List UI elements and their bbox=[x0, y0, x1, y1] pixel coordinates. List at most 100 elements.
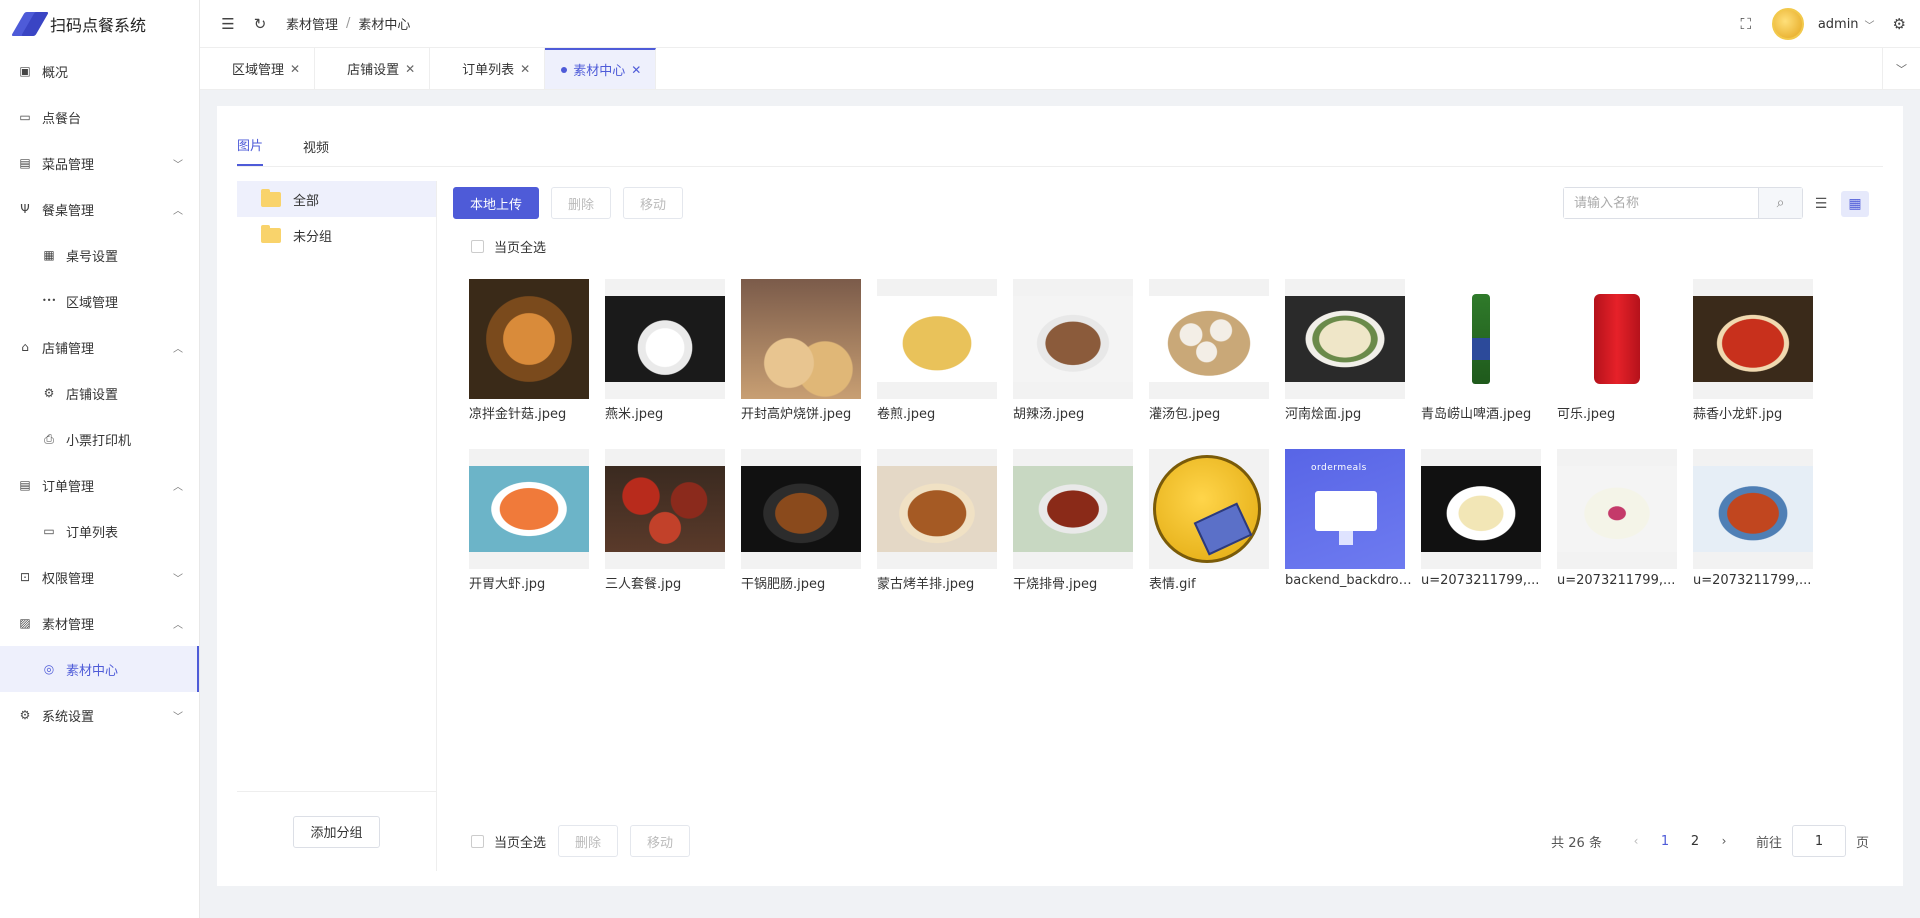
food-photo bbox=[741, 279, 861, 399]
refresh-icon[interactable]: ↻ bbox=[252, 16, 268, 32]
delete-button[interactable]: 删除 bbox=[558, 825, 619, 857]
more-dots-icon: ••• bbox=[42, 296, 57, 305]
sidebar-item[interactable]: ▦ 桌号设置 bbox=[0, 232, 199, 278]
sidebar-item[interactable]: ▤ 菜品管理 ﹀ bbox=[0, 140, 199, 186]
file-tile[interactable]: 可乐.jpeg bbox=[1557, 279, 1677, 422]
sidebar-item[interactable]: Ψ 餐桌管理 ︿ bbox=[0, 186, 199, 232]
upload-button[interactable]: 本地上传 bbox=[453, 187, 540, 219]
sidebar-item[interactable]: ▤ 订单管理 ︿ bbox=[0, 462, 199, 508]
prev-page-icon[interactable]: ‹ bbox=[1622, 834, 1650, 848]
media-tab[interactable]: 视频 bbox=[303, 137, 329, 166]
media-tab[interactable]: 图片 bbox=[237, 135, 264, 166]
sidebar-item-label: 菜品管理 bbox=[42, 157, 95, 173]
file-tile[interactable]: 燕米.jpeg bbox=[605, 279, 725, 422]
page-tab[interactable]: 素材中心 ✕ bbox=[545, 48, 657, 89]
file-tile[interactable]: u=2073211799,... bbox=[1421, 449, 1541, 588]
sidebar-item[interactable]: ▣ 概况 bbox=[0, 48, 199, 94]
close-icon[interactable]: ✕ bbox=[520, 62, 530, 76]
close-icon[interactable]: ✕ bbox=[405, 62, 415, 76]
file-tile[interactable]: 蒜香小龙虾.jpg bbox=[1693, 279, 1813, 422]
list-view-icon[interactable]: ☰ bbox=[1807, 191, 1835, 217]
screen-shape bbox=[1315, 491, 1377, 531]
select-all-checkbox[interactable] bbox=[471, 240, 484, 253]
page-tab[interactable]: 店铺设置 ✕ bbox=[315, 48, 431, 89]
thumbnail-image bbox=[1421, 279, 1541, 399]
file-tile[interactable]: 表情.gif bbox=[1149, 449, 1269, 592]
app-logo[interactable]: 扫码点餐系统 bbox=[0, 0, 199, 48]
close-icon[interactable]: ✕ bbox=[290, 62, 300, 76]
file-tile[interactable]: 三人套餐.jpg bbox=[605, 449, 725, 592]
sidebar-item-label: 概况 bbox=[42, 65, 69, 81]
chevron-up-icon[interactable]: ︿ bbox=[173, 616, 183, 631]
stand-shape bbox=[1339, 531, 1353, 545]
thumbnail-image bbox=[1149, 279, 1269, 399]
delete-button[interactable]: 删除 bbox=[551, 187, 612, 219]
page-tab[interactable]: 区域管理 ✕ bbox=[200, 48, 316, 89]
chevron-down-icon[interactable]: ﹀ bbox=[173, 156, 183, 171]
breadcrumb-item[interactable]: 素材管理 bbox=[286, 14, 338, 33]
gear-icon[interactable]: ⚙ bbox=[1893, 15, 1906, 33]
file-tile[interactable]: ordermeals backend_backdrop.png bbox=[1285, 449, 1415, 588]
file-name: 表情.gif bbox=[1149, 577, 1196, 592]
next-page-icon[interactable]: › bbox=[1710, 834, 1738, 848]
search-icon[interactable]: ⌕ bbox=[1758, 188, 1802, 218]
select-all-bottom[interactable]: 当页全选 bbox=[471, 832, 546, 851]
file-name: 卷煎.jpeg bbox=[877, 407, 936, 422]
page-2[interactable]: 2 bbox=[1680, 834, 1710, 849]
food-photo bbox=[1285, 296, 1405, 382]
file-tile[interactable]: u=2073211799,... bbox=[1557, 449, 1677, 588]
file-tile[interactable]: 青岛崂山啤酒.jpeg bbox=[1421, 279, 1541, 422]
sidebar-item[interactable]: ⎙ 小票打印机 bbox=[0, 416, 199, 462]
file-tile[interactable]: u=2073211799,... bbox=[1693, 449, 1813, 588]
chevron-down-icon[interactable]: ﹀ bbox=[173, 570, 183, 585]
thumbnail-image bbox=[469, 449, 589, 569]
close-icon[interactable]: ✕ bbox=[631, 63, 641, 77]
chevron-up-icon[interactable]: ︿ bbox=[173, 478, 183, 493]
select-all-checkbox[interactable] bbox=[471, 834, 484, 848]
group-item[interactable]: 未分组 bbox=[237, 217, 436, 253]
sidebar-item[interactable]: ▨ 素材管理 ︿ bbox=[0, 600, 199, 646]
file-tile[interactable]: 开胃大虾.jpg bbox=[469, 449, 589, 592]
file-name: 干锅肥肠.jpeg bbox=[741, 577, 826, 592]
sidebar-item[interactable]: ◎ 素材中心 bbox=[0, 646, 199, 692]
sidebar-item[interactable]: ⚙ 系统设置 ﹀ bbox=[0, 692, 199, 738]
sidebar-item[interactable]: ▭ 点餐台 bbox=[0, 94, 199, 140]
sidebar-item[interactable]: ⌂ 店铺管理 ︿ bbox=[0, 324, 199, 370]
sidebar-item[interactable]: ⊡ 权限管理 ﹀ bbox=[0, 554, 199, 600]
chevron-up-icon[interactable]: ︿ bbox=[173, 340, 183, 355]
fullscreen-icon[interactable]: ⛶ bbox=[1738, 16, 1754, 32]
move-button[interactable]: 移动 bbox=[630, 825, 691, 857]
select-all-top[interactable]: 当页全选 bbox=[471, 237, 546, 256]
file-tile[interactable]: 蒙古烤羊排.jpeg bbox=[877, 449, 997, 592]
chevron-down-icon[interactable]: ﹀ bbox=[1865, 17, 1875, 32]
sidebar-item[interactable]: ••• 区域管理 bbox=[0, 278, 199, 324]
file-tile[interactable]: 干烧排骨.jpeg bbox=[1013, 449, 1133, 592]
sidebar-item[interactable]: ▭ 订单列表 bbox=[0, 508, 199, 554]
file-tile[interactable]: 开封高炉烧饼.jpeg bbox=[741, 279, 861, 422]
user-name[interactable]: admin bbox=[1818, 17, 1859, 32]
grid-view-icon[interactable]: ▦ bbox=[1841, 191, 1869, 217]
chevron-down-icon[interactable]: ﹀ bbox=[173, 708, 183, 723]
search-input[interactable] bbox=[1564, 188, 1758, 218]
page-tab[interactable]: 订单列表 ✕ bbox=[430, 48, 546, 89]
file-tile[interactable]: 卷煎.jpeg bbox=[877, 279, 997, 422]
add-group-button[interactable]: 添加分组 bbox=[293, 815, 380, 848]
move-button[interactable]: 移动 bbox=[623, 187, 684, 219]
beer-bottle-image bbox=[1472, 294, 1490, 384]
avatar[interactable] bbox=[1771, 8, 1804, 40]
file-tile[interactable]: 凉拌金针菇.jpeg bbox=[469, 279, 589, 422]
file-tile[interactable]: 灌汤包.jpeg bbox=[1149, 279, 1269, 422]
file-tile[interactable]: 干锅肥肠.jpeg bbox=[741, 449, 861, 592]
tabs-dropdown-icon[interactable]: ﹀ bbox=[1882, 48, 1920, 90]
chevron-up-icon[interactable]: ︿ bbox=[173, 202, 183, 217]
goto-page-input[interactable] bbox=[1791, 825, 1846, 857]
page-1[interactable]: 1 bbox=[1650, 834, 1680, 849]
sidebar-item[interactable]: ⚙ 店铺设置 bbox=[0, 370, 199, 416]
file-tile[interactable]: 河南烩面.jpg bbox=[1285, 279, 1405, 422]
document-icon: ▤ bbox=[19, 478, 31, 492]
group-item[interactable]: 全部 bbox=[237, 181, 436, 217]
sidebar-menu: ▣ 概况 ▭ 点餐台 ▤ 菜品管理 ﹀ Ψ 餐桌管理 ︿ ▦ 桌号设置 ••• 区域管理 ⌂ 店铺管理 ︿ ⚙ 店铺… bbox=[0, 48, 199, 738]
collapse-menu-icon[interactable]: ☰ bbox=[220, 16, 236, 32]
select-all-label: 当页全选 bbox=[494, 835, 547, 851]
file-tile[interactable]: 胡辣汤.jpeg bbox=[1013, 279, 1133, 422]
